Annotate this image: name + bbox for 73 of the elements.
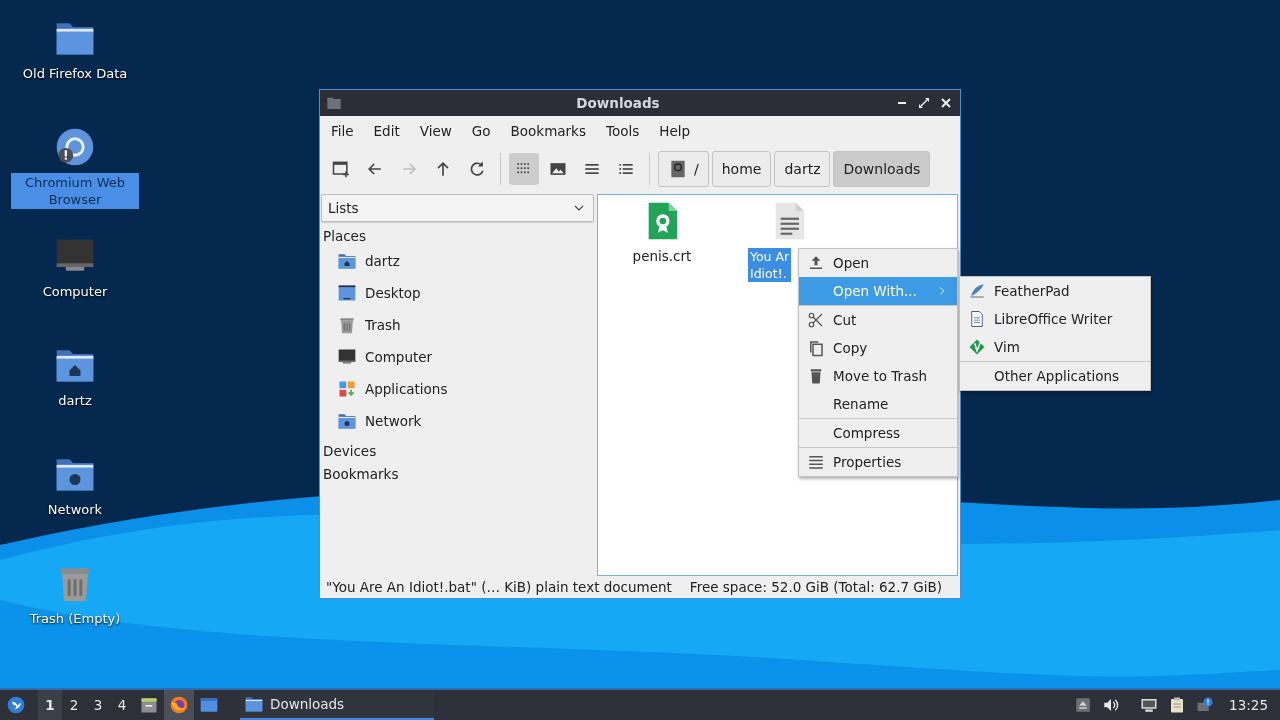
context-menu-item[interactable]: Properties [799, 447, 957, 476]
file-manager-icon [139, 695, 159, 715]
path-button[interactable]: dartz [774, 151, 831, 187]
menu-item[interactable]: Edit [364, 121, 409, 141]
drive-icon [668, 159, 688, 179]
window-icon [199, 695, 219, 715]
applications-icon [337, 379, 357, 399]
properties-icon [807, 453, 825, 471]
section-heading[interactable]: Devices [323, 443, 377, 459]
workspace-button[interactable]: 2 [62, 690, 86, 720]
window-title: Downloads [575, 95, 661, 111]
desktop-icon-label[interactable]: dartz [56, 391, 94, 410]
place-item[interactable]: Desktop [365, 285, 421, 301]
new-tab-icon [331, 159, 351, 179]
clock: 13:25 [1228, 697, 1269, 713]
side-pane-dropdown[interactable]: Lists [321, 194, 594, 222]
network-monitor-icon [1140, 696, 1159, 714]
desktop-icon-label[interactable]: Computer [40, 282, 110, 301]
context-menu-item[interactable]: FeatherPad [960, 277, 1150, 305]
maximize-button[interactable] [916, 95, 932, 111]
status-text: "You Are An Idiot!.bat" (… KiB) plain text document [326, 579, 672, 595]
section-heading[interactable]: Bookmarks [323, 466, 399, 482]
place-item[interactable]: dartz [365, 253, 400, 269]
monitor-icon [337, 347, 357, 367]
place-item[interactable]: Trash [365, 317, 401, 333]
context-menu-item[interactable]: Copy [799, 334, 957, 362]
upload-icon [807, 254, 825, 272]
context-menu-item[interactable]: Other Applications [960, 361, 1150, 390]
trash-icon [337, 315, 357, 335]
context-menu-item[interactable]: Open [799, 249, 957, 277]
context-menu-item[interactable]: Cut [799, 305, 957, 334]
place-item[interactable]: Applications [365, 381, 448, 397]
feather-icon [968, 282, 986, 300]
workspace-button[interactable]: 4 [110, 690, 134, 720]
file-name[interactable]: penis.crt [630, 248, 694, 265]
menu-item[interactable]: Bookmarks [501, 121, 595, 141]
context-menu-item[interactable]: Rename [799, 390, 957, 418]
place-item[interactable]: Computer [365, 349, 433, 365]
desktop-icon-label[interactable]: Chromium Web Browser [11, 173, 139, 209]
folder-icon [244, 694, 264, 714]
copy-icon [807, 339, 825, 357]
menu-item[interactable]: View [410, 121, 461, 141]
workspace-button[interactable]: 3 [86, 690, 110, 720]
speaker-icon [1102, 696, 1121, 714]
desktop-icon [337, 283, 357, 303]
home-folder-icon [337, 251, 357, 271]
workspace-button[interactable]: 1 [38, 690, 62, 720]
scissors-icon [807, 311, 825, 329]
menu-item[interactable]: Help [650, 121, 699, 141]
path-button[interactable]: home [711, 151, 772, 187]
notification-icon [1196, 696, 1215, 714]
document-icon [968, 310, 986, 328]
network-folder-icon [337, 411, 357, 431]
vim-icon [968, 338, 986, 356]
context-menu-item[interactable]: Vim [960, 333, 1150, 361]
context-menu-item[interactable]: Compress [799, 418, 957, 447]
folder-icon [326, 95, 342, 111]
free-space-text: Free space: 52.0 GiB (Total: 62.7 GiB) [689, 579, 943, 595]
taskbar-task[interactable]: Downloads [240, 690, 434, 720]
desktop-icon-label[interactable]: Old Firefox Data [20, 64, 130, 83]
menu-item[interactable]: Go [462, 121, 500, 141]
path-button[interactable]: Downloads [833, 151, 931, 187]
menu-item[interactable]: File [322, 121, 363, 141]
context-menu-item[interactable]: LibreOffice Writer [960, 305, 1150, 333]
context-menu-item[interactable]: Move to Trash [799, 362, 957, 390]
path-button[interactable]: / [658, 151, 709, 187]
desktop-icon-label[interactable]: Network [45, 500, 105, 519]
firefox-icon [169, 695, 189, 715]
section-heading[interactable]: Places [323, 228, 366, 244]
menu-item[interactable]: Tools [596, 121, 649, 141]
launcher-button[interactable] [164, 690, 194, 720]
start-menu-icon [6, 695, 26, 715]
place-item[interactable]: Network [365, 413, 422, 429]
